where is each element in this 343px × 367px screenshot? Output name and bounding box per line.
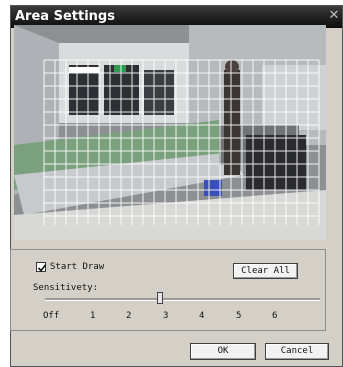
video-preview[interactable]	[14, 25, 326, 240]
scale-label-1: 1	[90, 311, 96, 321]
camera-scene	[14, 25, 326, 240]
sensitivity-label: Sensitivety:	[33, 283, 99, 293]
scale-label-off: Off	[43, 311, 60, 321]
checkmark-icon	[37, 264, 47, 272]
scale-label-5: 5	[236, 311, 242, 321]
sensitivity-slider-track[interactable]	[45, 298, 320, 301]
clear-all-button[interactable]: Clear All	[233, 263, 298, 279]
start-draw-label: Start Draw	[50, 262, 105, 272]
sensitivity-slider-thumb[interactable]	[157, 292, 163, 304]
close-icon[interactable]: ✕	[327, 9, 341, 23]
start-draw-checkbox[interactable]	[36, 262, 47, 272]
scale-label-4: 4	[199, 311, 205, 321]
ok-button[interactable]: OK	[190, 343, 256, 360]
scale-label-2: 2	[126, 311, 132, 321]
scale-label-6: 6	[272, 311, 278, 321]
dialog-title: Area Settings	[15, 9, 115, 24]
scale-label-3: 3	[163, 311, 169, 321]
cancel-button[interactable]: Cancel	[265, 343, 329, 360]
